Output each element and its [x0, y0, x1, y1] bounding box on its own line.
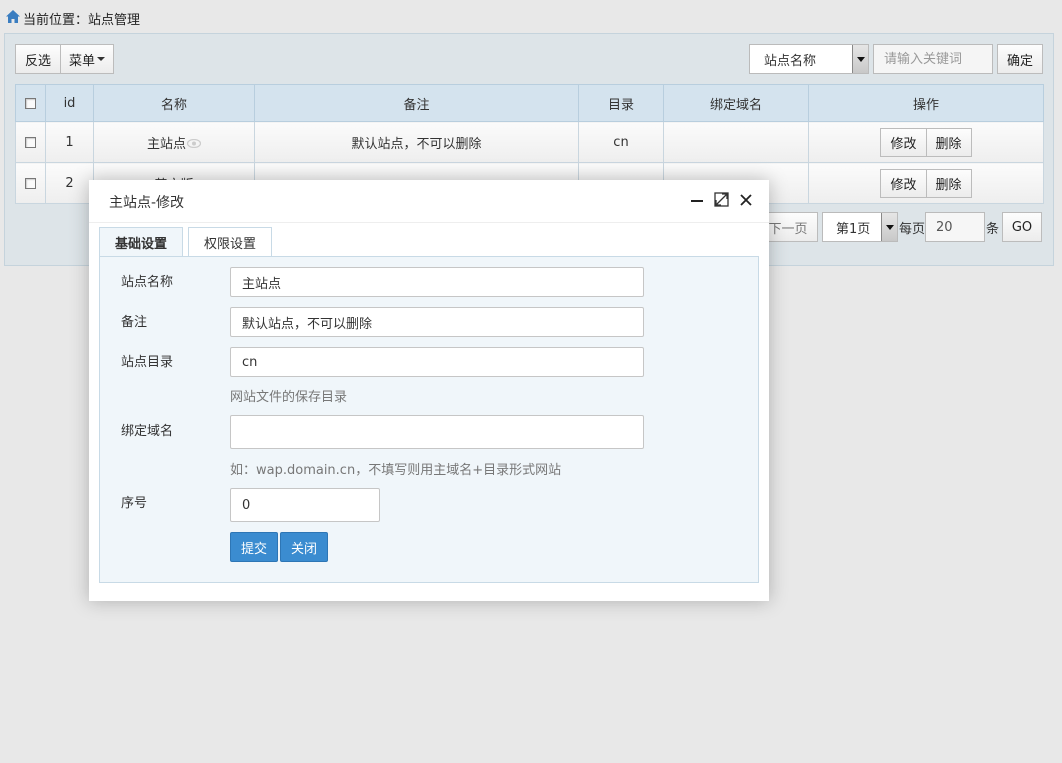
go-button[interactable]: GO: [1002, 212, 1042, 242]
select-all-checkbox[interactable]: [25, 97, 36, 109]
order-field[interactable]: 0: [230, 488, 380, 522]
modal-tabs: 基础设置 权限设置: [99, 227, 277, 257]
column-header-note: 备注: [254, 84, 579, 122]
select-all-cell: [15, 84, 46, 122]
site-name-text: 主站点: [146, 136, 186, 152]
keyword-input[interactable]: [873, 44, 993, 74]
menu-dropdown-button[interactable]: 菜单: [61, 44, 114, 74]
row-checkbox[interactable]: [25, 177, 36, 189]
per-page-input[interactable]: 20: [925, 212, 985, 242]
eye-icon[interactable]: [186, 137, 202, 152]
close-button[interactable]: 关闭: [280, 532, 329, 562]
breadcrumb-current: 站点管理: [88, 12, 141, 28]
confirm-search-button[interactable]: 确定: [997, 44, 1043, 74]
page-select-value: 第1页: [836, 221, 871, 237]
order-label: 序号: [121, 496, 148, 511]
column-header-dir: 目录: [578, 84, 664, 122]
cell-id: 1: [45, 121, 94, 163]
cell-note: 默认站点，不可以删除: [254, 121, 579, 163]
edit-button[interactable]: 修改: [880, 127, 927, 157]
cell-domain: [663, 121, 809, 163]
domain-label: 绑定域名: [121, 424, 174, 439]
edit-form: 站点名称 主站点 备注 默认站点，不可以删除 站点目录 cn 网站文件的保存目录…: [99, 256, 759, 583]
note-field[interactable]: 默认站点，不可以删除: [230, 307, 644, 337]
search-field-select[interactable]: 站点名称: [749, 44, 869, 74]
site-dir-label: 站点目录: [121, 355, 174, 370]
breadcrumb: 当前位置： 站点管理: [6, 8, 140, 28]
tab-permission-settings[interactable]: 权限设置: [188, 227, 273, 257]
page-select[interactable]: 第1页: [822, 212, 898, 242]
cell-actions: 修改 删除: [808, 162, 1044, 204]
domain-field[interactable]: [230, 415, 644, 449]
cell-id: 2: [45, 162, 94, 204]
cell-name: 主站点: [93, 121, 255, 163]
minimize-icon[interactable]: [690, 193, 704, 211]
close-icon[interactable]: [739, 193, 753, 211]
column-header-actions: 操作: [808, 84, 1044, 122]
column-header-domain: 绑定域名: [663, 84, 809, 122]
modal-header-divider: [89, 222, 769, 223]
per-page-suffix: 条: [986, 222, 1000, 237]
maximize-icon[interactable]: [714, 192, 729, 211]
row-select-cell: [15, 162, 46, 204]
cell-actions: 修改 删除: [808, 121, 1044, 163]
edit-button[interactable]: 修改: [880, 168, 927, 198]
row-select-cell: [15, 121, 46, 163]
toolbar-group: 反选 菜单: [15, 44, 114, 74]
dropdown-arrow-icon[interactable]: [881, 213, 897, 241]
site-name-label: 站点名称: [121, 275, 174, 290]
caret-down-icon: [97, 57, 105, 61]
site-dir-hint: 网站文件的保存目录: [230, 390, 348, 405]
site-dir-field[interactable]: cn: [230, 347, 644, 377]
column-header-name: 名称: [93, 84, 255, 122]
table-row: 1 主站点 默认站点，不可以删除 cn 修改 删除: [15, 121, 1044, 163]
delete-button[interactable]: 删除: [926, 168, 972, 198]
note-label: 备注: [121, 315, 148, 330]
modal-window-controls: [690, 192, 753, 211]
dropdown-arrow-icon[interactable]: [852, 45, 868, 73]
submit-button[interactable]: 提交: [230, 532, 279, 562]
search-field-value: 站点名称: [764, 53, 817, 69]
home-icon[interactable]: [6, 9, 23, 27]
modal-title: 主站点-修改: [109, 195, 185, 211]
site-name-field[interactable]: 主站点: [230, 267, 644, 297]
per-page-prefix: 每页: [899, 222, 926, 237]
tab-basic-settings[interactable]: 基础设置: [99, 227, 184, 257]
cell-dir: cn: [578, 121, 664, 163]
column-header-id: id: [45, 84, 94, 122]
menu-label: 菜单: [68, 53, 95, 69]
invert-select-button[interactable]: 反选: [15, 44, 61, 74]
table-header-row: id 名称 备注 目录 绑定域名 操作: [15, 84, 1044, 122]
breadcrumb-prefix: 当前位置：: [23, 12, 89, 28]
delete-button[interactable]: 删除: [926, 127, 972, 157]
edit-site-modal: 主站点-修改 基础设置 权限设置 站点名称 主站点 备注 默认站点，不可以删除 …: [89, 180, 769, 601]
row-checkbox[interactable]: [25, 136, 36, 148]
domain-hint: 如：wap.domain.cn，不填写则用主域名+目录形式网站: [230, 463, 562, 478]
